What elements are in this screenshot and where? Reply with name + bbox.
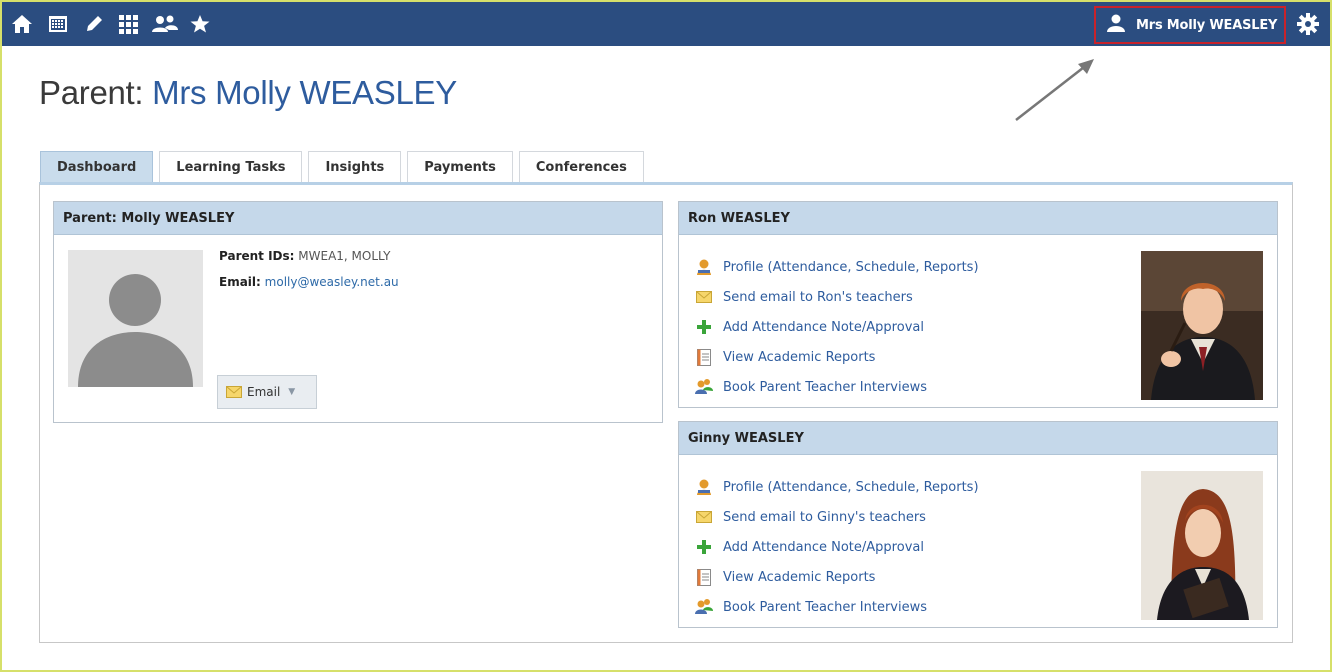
envelope-icon xyxy=(226,386,242,398)
envelope-icon xyxy=(694,508,714,526)
parent-ids-label: Parent IDs: xyxy=(219,249,295,263)
user-menu-button[interactable]: Mrs Molly WEASLEY xyxy=(1094,6,1286,44)
link-label: Add Attendance Note/Approval xyxy=(723,539,924,555)
link-label: Book Parent Teacher Interviews xyxy=(723,379,928,395)
tab-dashboard[interactable]: Dashboard xyxy=(40,151,154,183)
child-links: Profile (Attendance, Schedule, Reports) … xyxy=(694,252,979,402)
plus-icon xyxy=(694,538,714,556)
parent-email-label: Email: xyxy=(219,275,261,289)
link-label: Add Attendance Note/Approval xyxy=(723,319,924,335)
parent-card-header: Parent: Molly WEASLEY xyxy=(54,202,662,235)
book-interviews-link[interactable]: Book Parent Teacher Interviews xyxy=(694,592,979,622)
chevron-down-icon: ▼ xyxy=(288,387,296,397)
parent-ids-value: MWEA1, MOLLY xyxy=(298,249,391,263)
interview-icon xyxy=(694,598,714,616)
avatar xyxy=(68,250,203,387)
profile-icon xyxy=(694,258,714,276)
tab-bar: Dashboard Learning Tasks Insights Paymen… xyxy=(40,151,650,183)
tab-conferences[interactable]: Conferences xyxy=(518,151,644,183)
child-card-ron: Ron WEASLEY Profile (Attendance, Schedul… xyxy=(678,201,1278,408)
gear-icon[interactable] xyxy=(1296,12,1320,36)
parent-email: Email: molly@weasley.net.au xyxy=(219,275,399,289)
pencil-icon[interactable] xyxy=(82,13,106,35)
link-label: Book Parent Teacher Interviews xyxy=(723,599,928,615)
child-card-header: Ron WEASLEY xyxy=(679,202,1277,235)
parent-card: Parent: Molly WEASLEY Parent IDs: MWEA1,… xyxy=(53,201,663,423)
academic-reports-link[interactable]: View Academic Reports xyxy=(694,342,979,372)
profile-link[interactable]: Profile (Attendance, Schedule, Reports) xyxy=(694,252,979,282)
grid-icon[interactable] xyxy=(116,13,140,35)
tab-learning-tasks[interactable]: Learning Tasks xyxy=(159,151,303,183)
interview-icon xyxy=(694,378,714,396)
link-label: Profile (Attendance, Schedule, Reports) xyxy=(723,479,979,495)
attendance-note-link[interactable]: Add Attendance Note/Approval xyxy=(694,532,979,562)
parent-ids: Parent IDs: MWEA1, MOLLY xyxy=(219,249,390,263)
link-label: Send email to Ron's teachers xyxy=(723,289,913,305)
profile-icon xyxy=(694,478,714,496)
book-interviews-link[interactable]: Book Parent Teacher Interviews xyxy=(694,372,979,402)
tab-insights[interactable]: Insights xyxy=(308,151,402,183)
star-icon[interactable] xyxy=(188,13,212,35)
send-email-link[interactable]: Send email to Ginny's teachers xyxy=(694,502,979,532)
top-nav-bar: Mrs Molly WEASLEY xyxy=(2,2,1330,46)
people-icon[interactable] xyxy=(150,13,180,35)
plus-icon xyxy=(694,318,714,336)
envelope-icon xyxy=(694,288,714,306)
child-card-ginny: Ginny WEASLEY Profile (Attendance, Sched… xyxy=(678,421,1278,628)
user-name: Mrs Molly WEASLEY xyxy=(1136,17,1278,33)
tab-payments[interactable]: Payments xyxy=(407,151,513,183)
send-email-link[interactable]: Send email to Ron's teachers xyxy=(694,282,979,312)
link-label: Profile (Attendance, Schedule, Reports) xyxy=(723,259,979,275)
email-button-label: Email xyxy=(247,385,281,399)
link-label: View Academic Reports xyxy=(723,349,876,365)
child-links: Profile (Attendance, Schedule, Reports) … xyxy=(694,472,979,622)
page-title: Parent: Mrs Molly WEASLEY xyxy=(39,74,457,112)
home-icon[interactable] xyxy=(10,13,34,35)
page-title-prefix: Parent: xyxy=(39,74,153,111)
profile-link[interactable]: Profile (Attendance, Schedule, Reports) xyxy=(694,472,979,502)
child-card-header: Ginny WEASLEY xyxy=(679,422,1277,455)
report-icon xyxy=(694,348,714,366)
email-button[interactable]: Email ▼ xyxy=(217,375,317,409)
user-icon xyxy=(1106,14,1126,36)
academic-reports-link[interactable]: View Academic Reports xyxy=(694,562,979,592)
link-label: Send email to Ginny's teachers xyxy=(723,509,926,525)
annotation-arrow xyxy=(1015,59,1094,121)
attendance-note-link[interactable]: Add Attendance Note/Approval xyxy=(694,312,979,342)
link-label: View Academic Reports xyxy=(723,569,876,585)
calendar-icon[interactable] xyxy=(46,13,70,35)
parent-email-link[interactable]: molly@weasley.net.au xyxy=(265,275,399,289)
report-icon xyxy=(694,568,714,586)
page-title-name: Mrs Molly WEASLEY xyxy=(152,74,457,111)
student-photo xyxy=(1141,251,1263,400)
student-photo xyxy=(1141,471,1263,620)
